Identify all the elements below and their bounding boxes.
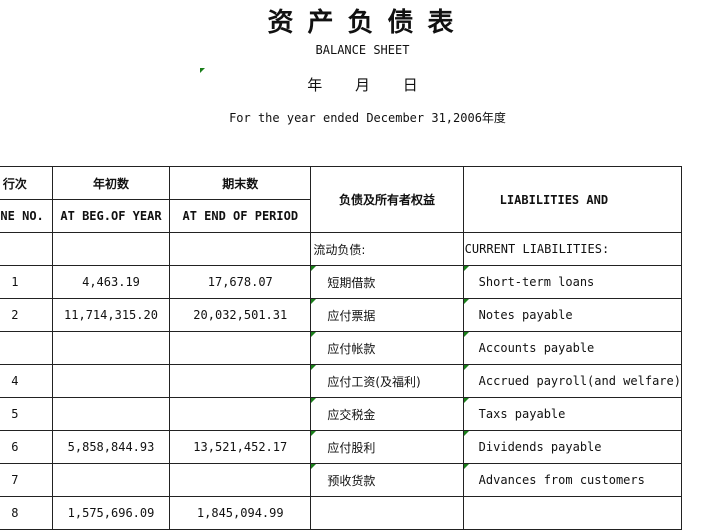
table-row: 应付帐款 Accounts payable — [0, 331, 683, 365]
cell-item-cn[interactable]: 预收货款 — [310, 463, 464, 497]
cell-comment-marker — [311, 266, 317, 271]
cell-text: Taxs payable — [478, 407, 566, 421]
sheet-title-en: BALANCE SHEET — [315, 43, 410, 57]
table-row: 流动负债: CURRENT LIABILITIES: — [0, 232, 683, 266]
cell-end[interactable] — [169, 364, 312, 398]
cell-item-cn[interactable]: 应付工资(及福利) — [310, 364, 464, 398]
period-line: For the year ended December 31,2006年度 — [229, 111, 506, 125]
cell-beg[interactable]: 11,714,315.20 — [51, 298, 171, 332]
cell-text: 应付股利 — [327, 440, 376, 455]
cell-item-cn[interactable]: 应付帐款 — [310, 331, 464, 365]
col-end-cn[interactable]: 期末数 — [169, 166, 312, 200]
date-line: 年 月 日 — [307, 76, 418, 94]
cell-comment-marker — [311, 431, 317, 436]
cell-end[interactable]: 1,845,094.99 — [169, 496, 312, 530]
cell-line[interactable]: 7 — [0, 463, 53, 497]
cell-line[interactable]: 5 — [0, 397, 53, 431]
cell-comment-marker — [311, 365, 317, 370]
cell-end[interactable]: 17,678.07 — [169, 265, 312, 299]
col-beg-cn[interactable]: 年初数 — [51, 166, 171, 200]
cell-beg[interactable] — [51, 397, 171, 431]
balance-sheet-table: 行次 年初数 期末数 负债及所有者权益 LIABILITIES AND LINE… — [0, 166, 683, 530]
cell-end[interactable]: 13,521,452.17 — [169, 430, 312, 464]
cell-beg[interactable]: 1,575,696.09 — [51, 496, 171, 530]
col-liab-cn[interactable]: 负债及所有者权益 — [310, 166, 464, 233]
cell-line[interactable] — [0, 232, 53, 266]
col-line-cn[interactable]: 行次 — [0, 166, 53, 200]
cell-item-cn[interactable]: 流动负债: — [310, 232, 464, 266]
cell-text: Notes payable — [478, 308, 573, 322]
cell-comment-marker — [464, 266, 469, 271]
cell-beg[interactable] — [51, 331, 171, 365]
cell-beg[interactable]: 5,858,844.93 — [51, 430, 171, 464]
cell-text: 短期借款 — [327, 275, 376, 290]
cell-comment-marker — [464, 365, 469, 370]
col-line-en[interactable]: LINE NO. — [0, 199, 53, 233]
cell-text: 预收货款 — [327, 473, 376, 488]
table-row: 2 11,714,315.20 20,032,501.31 应付票据 Notes… — [0, 298, 683, 332]
table-row: 7 预收货款 Advances from customers — [0, 463, 683, 497]
cell-item-en[interactable]: Short-term loans — [462, 265, 683, 299]
col-beg-en[interactable]: AT BEG.OF YEAR — [51, 199, 171, 233]
cell-end[interactable]: 20,032,501.31 — [169, 298, 312, 332]
cell-text: 应交税金 — [327, 407, 376, 422]
table-row: 6 5,858,844.93 13,521,452.17 应付股利 Divide… — [0, 430, 683, 464]
cell-line[interactable]: 8 — [0, 496, 53, 530]
table-row: 4 应付工资(及福利) Accrued payroll(and welfare) — [0, 364, 683, 398]
cell-end[interactable] — [169, 463, 312, 497]
header-row-cn: 行次 年初数 期末数 负债及所有者权益 LIABILITIES AND — [0, 166, 683, 233]
cell-comment-marker — [311, 398, 317, 403]
cell-comment-marker — [464, 332, 469, 337]
cell-item-en[interactable] — [462, 496, 683, 530]
cell-comment-marker — [311, 332, 317, 337]
cell-text: 应付票据 — [327, 308, 376, 323]
cell-text: 应付帐款 — [327, 341, 376, 356]
cell-text: 应付工资(及福利) — [327, 374, 421, 389]
cell-beg[interactable] — [51, 463, 171, 497]
cell-item-en[interactable]: Taxs payable — [462, 397, 683, 431]
cell-comment-marker — [464, 464, 469, 469]
cell-item-cn[interactable]: 短期借款 — [310, 265, 464, 299]
cell-beg[interactable]: 4,463.19 — [51, 265, 171, 299]
cell-line[interactable] — [0, 331, 53, 365]
table-row: 8 1,575,696.09 1,845,094.99 — [0, 496, 683, 530]
cell-item-cn[interactable]: 应交税金 — [310, 397, 464, 431]
cell-comment-marker — [200, 68, 205, 73]
cell-line[interactable]: 6 — [0, 430, 53, 464]
cell-end[interactable] — [169, 232, 312, 266]
cell-item-en[interactable]: Notes payable — [462, 298, 683, 332]
cell-item-en[interactable]: Advances from customers — [462, 463, 683, 497]
cell-item-cn[interactable]: 应付股利 — [310, 430, 464, 464]
cell-item-cn[interactable]: 应付票据 — [310, 298, 464, 332]
table-row: 1 4,463.19 17,678.07 短期借款 Short-term loa… — [0, 265, 683, 299]
cell-item-en[interactable]: Accounts payable — [462, 331, 683, 365]
cell-beg[interactable] — [51, 364, 171, 398]
cell-item-en[interactable]: Accrued payroll(and welfare) — [462, 364, 683, 398]
cell-comment-marker — [311, 464, 317, 469]
cell-beg[interactable] — [51, 232, 171, 266]
cell-item-cn[interactable] — [310, 496, 464, 530]
cell-text: Dividends payable — [478, 440, 602, 454]
cell-text: Accounts payable — [478, 341, 595, 355]
cell-comment-marker — [464, 431, 469, 436]
sheet-title-cn: 资产负债表 — [267, 8, 468, 38]
cell-text: Accrued payroll(and welfare) — [478, 374, 681, 388]
cell-item-en[interactable]: Dividends payable — [462, 430, 683, 464]
cell-text: Short-term loans — [478, 275, 595, 289]
cell-comment-marker — [464, 398, 469, 403]
cell-end[interactable] — [169, 397, 312, 431]
cell-comment-marker — [464, 299, 469, 304]
cell-line[interactable]: 1 — [0, 265, 53, 299]
table-row: 5 应交税金 Taxs payable — [0, 397, 683, 431]
cell-text: Advances from customers — [478, 473, 645, 487]
col-end-en[interactable]: AT END OF PERIOD — [169, 199, 312, 233]
cell-end[interactable] — [169, 331, 312, 365]
col-liab-en[interactable]: LIABILITIES AND — [462, 166, 683, 233]
cell-comment-marker — [311, 299, 317, 304]
cell-line[interactable]: 2 — [0, 298, 53, 332]
cell-item-en[interactable]: CURRENT LIABILITIES: — [462, 232, 683, 266]
cell-line[interactable]: 4 — [0, 364, 53, 398]
